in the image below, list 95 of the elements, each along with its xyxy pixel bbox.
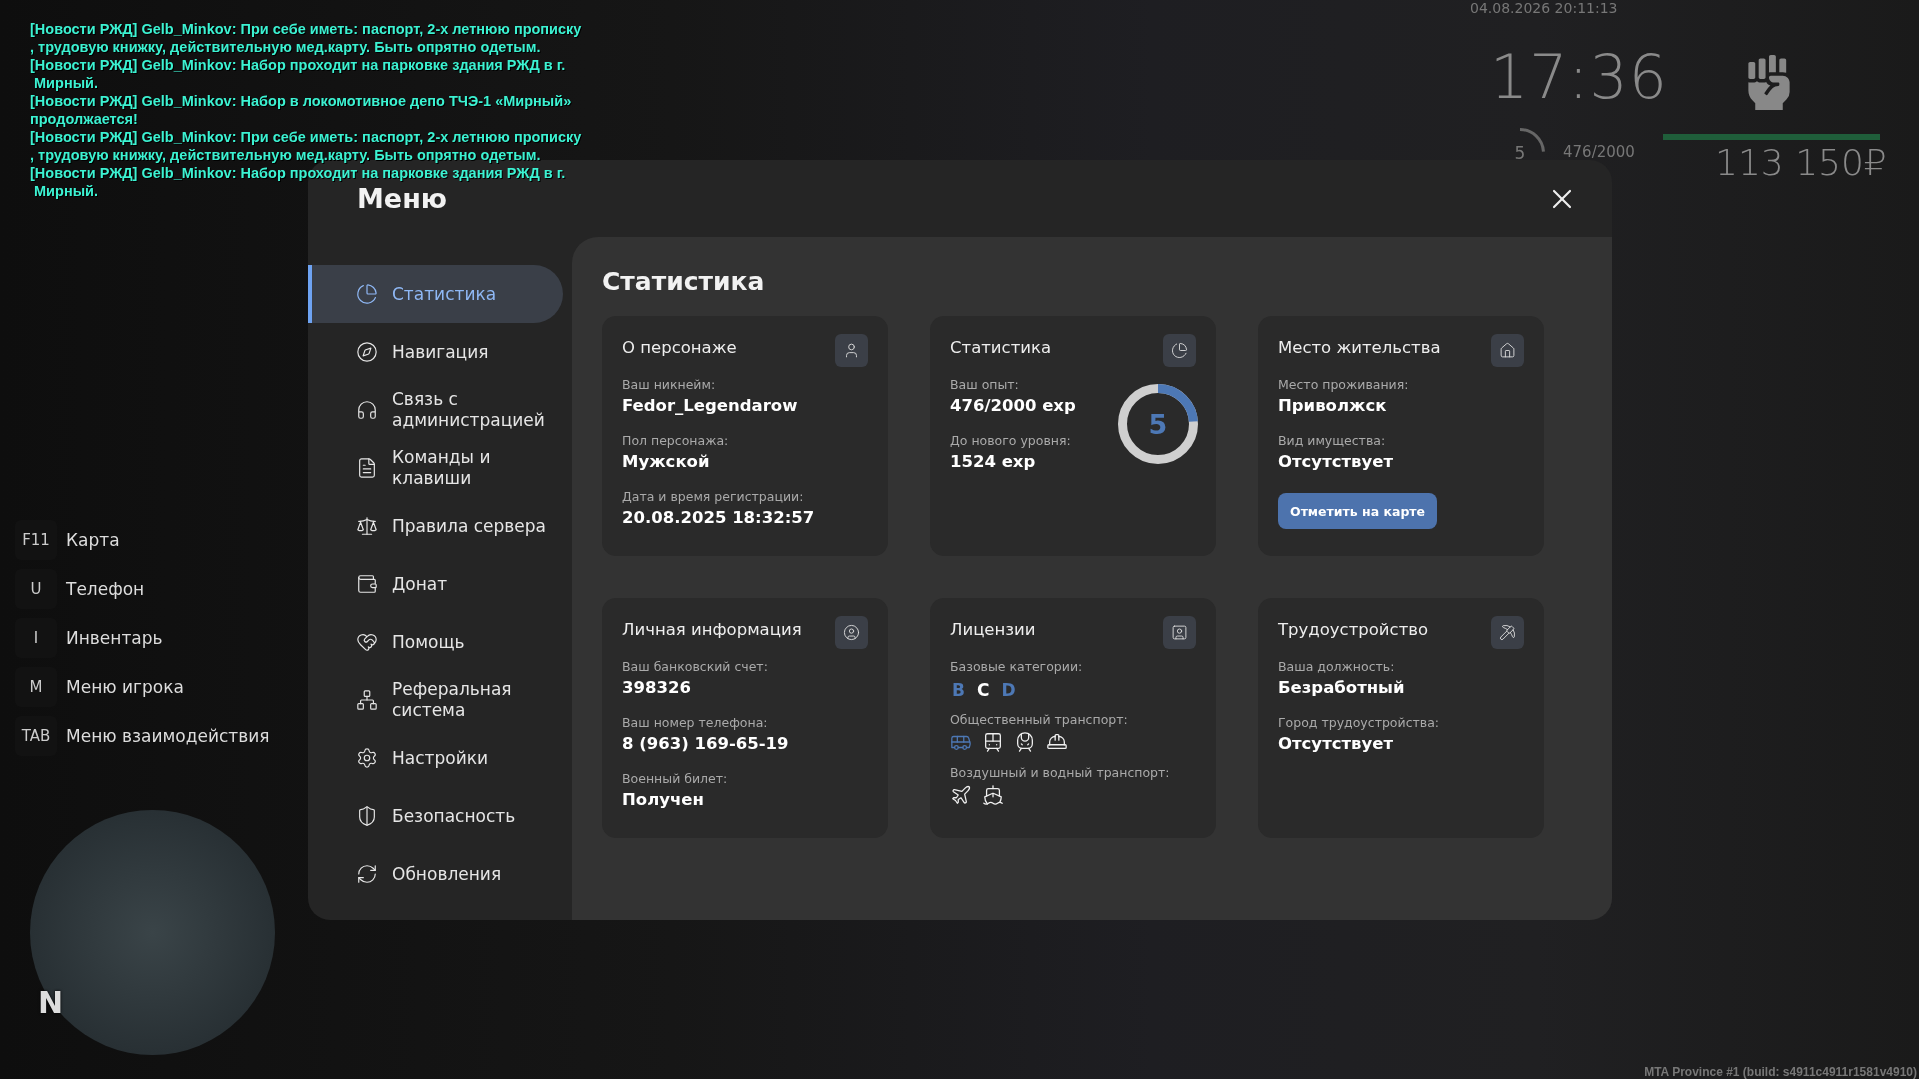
document-icon <box>356 457 378 479</box>
chat-message: [Новости РЖД] Gelb_Minkov: При себе иметь: паспорт, 2-х летнюю прописку <box>30 20 582 38</box>
field-value: Получен <box>622 790 705 809</box>
license-category: B <box>952 680 965 700</box>
hotkey-label: Инвентарь <box>66 628 163 648</box>
settings-icon <box>356 747 378 769</box>
house-icon <box>1491 334 1524 367</box>
card-title: Место жительства <box>1278 337 1441 357</box>
chat-message: [Новости РЖД] Gelb_Minkov: Набор в локомотивное депо ТЧЭ-1 «Мирный» <box>30 92 572 110</box>
license-category: D <box>1001 680 1016 700</box>
field-label: Общественный транспорт: <box>950 712 1129 727</box>
chat-message: , трудовую книжку, действительную мед.карту. Быть опрятно одетым. <box>30 146 541 164</box>
field-value: 1524 exp <box>950 452 1037 471</box>
field-label: Город трудоустройства: <box>1278 715 1441 730</box>
hotkey-label: Меню игрока <box>66 677 184 697</box>
build-info: MTA Province #1 (build: s4911c4911r1581v4910) <box>1644 1065 1917 1079</box>
sidebar-item[interactable]: Реферальная система <box>308 671 563 729</box>
scales-icon <box>356 515 378 537</box>
field-label: Пол персонажа: <box>622 433 730 448</box>
chat-message: продолжается! <box>30 110 138 128</box>
field-label: Ваш банковский счет: <box>622 659 769 674</box>
card-title: Личная информация <box>622 619 802 639</box>
fist-icon <box>1748 55 1790 110</box>
compass-icon <box>356 341 378 363</box>
network-icon <box>356 689 378 711</box>
field-value: 8 (963) 169-65-19 <box>622 734 790 753</box>
sidebar-item[interactable]: Помощь <box>308 613 563 671</box>
license-category: C <box>976 680 990 700</box>
key-cap: TAB <box>15 716 57 756</box>
field-value: 20.08.2025 18:32:57 <box>622 508 816 527</box>
card-title: О персонаже <box>622 337 737 357</box>
refresh-icon <box>356 863 378 885</box>
clock: 17:36 <box>1490 42 1668 112</box>
field-label: Дата и время регистрации: <box>622 489 805 504</box>
key-cap: M <box>15 667 57 707</box>
sidebar-item[interactable]: Команды и клавиши <box>308 439 563 497</box>
card-title: Статистика <box>950 337 1052 357</box>
pickaxe-icon <box>1491 616 1524 649</box>
field-label: Ваша должность: <box>1278 659 1396 674</box>
field-value: Отсутствует <box>1278 452 1394 471</box>
headset-icon <box>356 399 378 421</box>
sidebar-item[interactable]: Связь с администрацией <box>308 381 563 439</box>
card-title: Лицензии <box>950 619 1036 639</box>
heart-handshake-icon <box>356 631 378 653</box>
mark-on-map-button[interactable]: Отметить на карте <box>1278 493 1438 529</box>
sidebar-item[interactable]: Навигация <box>308 323 563 381</box>
pie-chart-icon <box>1163 334 1196 367</box>
field-value: Мужской <box>622 452 711 471</box>
key-cap: I <box>15 618 57 658</box>
field-label: Ваш опыт: <box>950 377 1020 392</box>
key-cap: U <box>15 569 57 609</box>
field-value: Безработный <box>1278 678 1406 697</box>
sidebar-item[interactable]: Правила сервера <box>308 497 563 555</box>
field-label: Военный билет: <box>622 771 729 786</box>
field-value: 398326 <box>622 678 692 697</box>
chat-message: [Новости РЖД] Gelb_Minkov: При себе иметь: паспорт, 2-х летнюю прописку <box>30 128 582 146</box>
hotkey-label: Телефон <box>66 579 145 599</box>
key-cap: F11 <box>15 520 57 560</box>
field-label: Ваш номер телефона: <box>622 715 769 730</box>
field-value: 476/2000 exp <box>950 396 1077 415</box>
field-label: Вид имущества: <box>1278 433 1387 448</box>
field-value: Приволжск <box>1278 396 1388 415</box>
chat-message: , трудовую книжку, действительную мед.карту. Быть опрятно одетым. <box>30 38 541 56</box>
sidebar-item[interactable]: Безопасность <box>308 787 563 845</box>
hotkey-label: Карта <box>66 530 120 550</box>
hotkey-label: Меню взаимодействия <box>66 726 270 746</box>
section-heading: Статистика <box>602 267 766 296</box>
sidebar-item[interactable]: Статистика <box>308 265 563 323</box>
sidebar-item[interactable]: Обновления <box>308 845 563 903</box>
pie-chart-icon <box>356 283 378 305</box>
field-value: Fedor_Legendarow <box>622 396 799 415</box>
sidebar-item[interactable]: Настройки <box>308 729 563 787</box>
level-number: 5 <box>1148 408 1168 440</box>
shield-icon <box>356 805 378 827</box>
chat-message: Мирный. <box>33 182 98 200</box>
chat-message: [Новости РЖД] Gelb_Minkov: Набор проходит на парковке здания РЖД в г. <box>30 56 566 74</box>
field-label: Место проживания: <box>1278 377 1410 392</box>
user-icon <box>835 334 868 367</box>
window-title: Меню <box>357 183 448 214</box>
north-marker: N <box>38 985 64 1020</box>
id-card-icon <box>1163 616 1196 649</box>
card-title: Трудоустройство <box>1278 619 1429 639</box>
date-time: 04.08.2026 20:11:13 <box>1470 0 1618 16</box>
level-number: 5 <box>1514 143 1526 163</box>
field-label: Базовые категории: <box>950 659 1084 674</box>
wallet-icon <box>356 573 378 595</box>
field-value: Отсутствует <box>1278 734 1394 753</box>
chat-message: Мирный. <box>33 74 98 92</box>
chat-message: [Новости РЖД] Gelb_Minkov: Набор проходит на парковке здания РЖД в г. <box>30 164 566 182</box>
money-amount: 113 150₽ <box>1715 142 1887 183</box>
field-label: Воздушный и водный транспорт: <box>950 765 1171 780</box>
field-label: До нового уровня: <box>950 433 1072 448</box>
field-label: Ваш никнейм: <box>622 377 717 392</box>
exp-counter: 476/2000 <box>1563 143 1635 161</box>
sidebar-item[interactable]: Донат <box>308 555 563 613</box>
